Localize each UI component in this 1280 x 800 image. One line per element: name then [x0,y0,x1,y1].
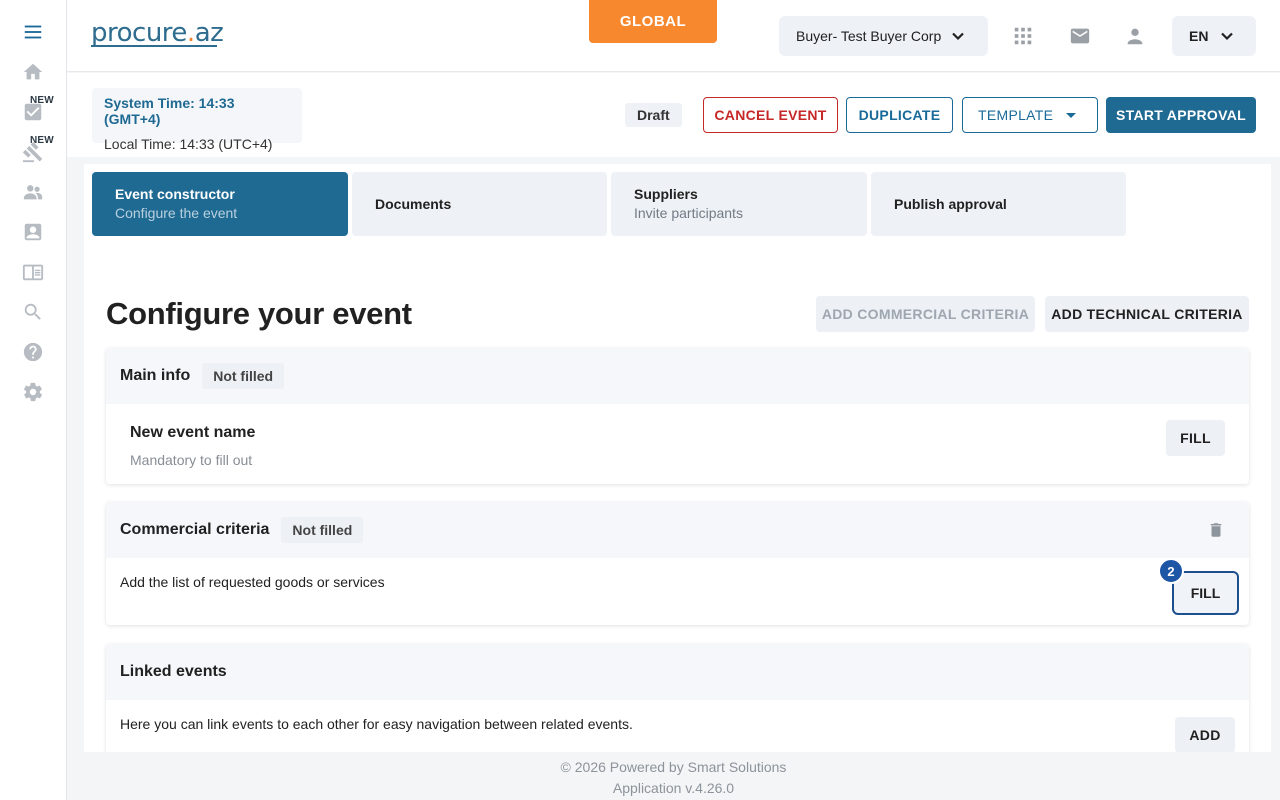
step-title: Publish approval [894,196,1007,212]
system-time: System Time: 14:33 (GMT+4) [104,95,235,127]
event-toolbar: System Time: 14:33 (GMT+4) Local Time: 1… [67,73,1280,157]
chevron-down-icon [1220,29,1234,43]
caret-down-icon [1066,113,1076,118]
fill-event-name-button[interactable]: FILL [1166,420,1225,456]
new-badge: NEW [30,135,54,146]
gear-icon[interactable] [21,380,45,404]
global-button[interactable]: GLOBAL [589,0,717,43]
step-title: Suppliers [634,186,698,202]
footer-version: Application v.4.26.0 [612,780,735,796]
section-body: Add the list of requested goods or servi… [106,558,1249,625]
add-technical-criteria-button[interactable]: ADD TECHNICAL CRITERIA [1045,296,1249,332]
template-label: TEMPLATE [978,107,1054,123]
section-body: New event name Mandatory to fill out FIL… [106,404,1249,484]
step-documents[interactable]: Documents [352,172,607,236]
apps-grid-icon[interactable] [1012,25,1034,47]
step-subtitle: Configure the event [115,205,238,221]
step-suppliers[interactable]: Suppliers Invite participants [611,172,867,236]
footer: © 2026 Powered by Smart Solutions Applic… [67,752,1280,800]
status-badge: Not filled [281,517,364,543]
time-info: System Time: 14:33 (GMT+4) Local Time: 1… [92,88,302,152]
step-title: Documents [375,196,452,212]
section-header: Main info Not filled [106,348,1249,404]
linked-events-description: Here you can link events to each other f… [120,716,633,732]
logo-text: procure [91,18,187,48]
status-badge: Draft [625,103,682,127]
status-badge: Not filled [202,363,285,389]
menu-icon[interactable] [21,20,45,44]
contact-card-icon[interactable] [21,220,45,244]
section-header: Linked events [106,644,1249,700]
people-icon[interactable] [21,180,45,204]
chevron-down-icon [951,29,965,43]
language-select[interactable]: EN [1172,16,1256,56]
book-icon[interactable] [21,260,45,284]
footer-copyright: © 2026 Powered by Smart Solutions [560,759,787,775]
procure-logo[interactable]: procure.az [91,18,224,48]
cancel-event-button[interactable]: CANCEL EVENT [703,97,838,133]
buyer-select-label: Buyer- Test Buyer Corp [796,28,942,44]
user-icon[interactable] [1124,25,1146,47]
step-publish-approval[interactable]: Publish approval [871,172,1126,236]
step-title: Event constructor [115,186,235,202]
new-badge: NEW [30,95,54,106]
content-card: Event constructor Configure the event Do… [84,164,1271,752]
page-title: Configure your event [106,296,412,331]
step-number-marker: 2 [1158,558,1184,584]
search-icon[interactable] [21,300,45,324]
section-title: Commercial criteria [120,521,270,538]
local-time: Local Time: 14:33 (UTC+4) [104,136,273,152]
mail-icon[interactable] [1069,25,1091,47]
section-header: Commercial criteria Not filled [106,502,1249,558]
trash-icon[interactable] [1207,521,1225,539]
section-body: Here you can link events to each other f… [106,700,1249,752]
top-header: procure.az GLOBAL Buyer- Test Buyer Corp… [67,0,1280,72]
logo-text-suffix: az [194,18,224,48]
main-info-section: Main info Not filled New event name Mand… [106,348,1249,484]
buyer-select[interactable]: Buyer- Test Buyer Corp [779,16,988,56]
home-icon[interactable] [21,60,45,84]
duplicate-button[interactable]: DUPLICATE [846,97,953,133]
commercial-criteria-description: Add the list of requested goods or servi… [120,574,385,590]
section-title: Main info [120,367,191,384]
step-event-constructor[interactable]: Event constructor Configure the event [92,172,348,236]
logo-dot: . [186,18,195,48]
commercial-criteria-section: Commercial criteria Not filled Add the l… [106,502,1249,625]
language-label: EN [1189,28,1209,44]
start-approval-button[interactable]: START APPROVAL [1106,97,1256,133]
linked-events-section: Linked events Here you can link events t… [106,644,1249,752]
event-name-hint: Mandatory to fill out [130,452,253,468]
logo-underline [91,45,217,47]
step-subtitle: Invite participants [634,205,743,221]
template-dropdown[interactable]: TEMPLATE [962,97,1098,133]
event-name-title: New event name [130,424,256,441]
left-sidebar: NEW NEW [0,0,67,800]
add-commercial-criteria-button[interactable]: ADD COMMERCIAL CRITERIA [816,296,1035,332]
section-title: Linked events [120,663,227,680]
add-linked-event-button[interactable]: ADD [1175,717,1235,752]
help-icon[interactable] [21,340,45,364]
